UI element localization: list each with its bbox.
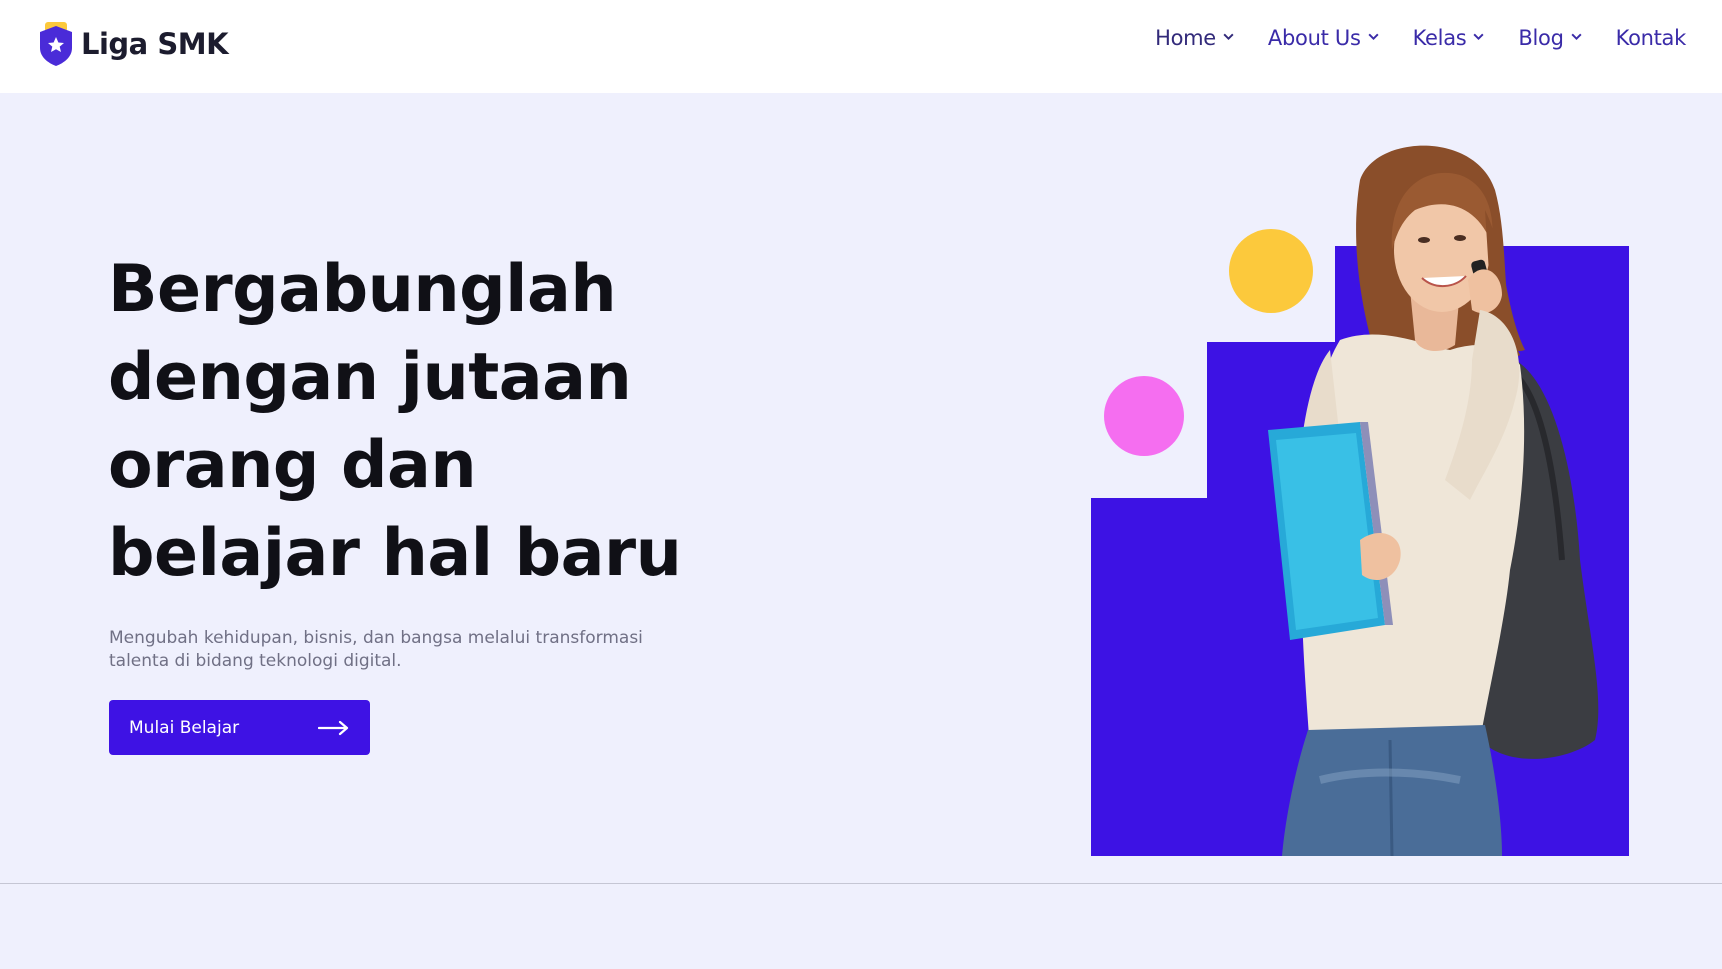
shield-star-icon	[40, 22, 72, 66]
nav-item-label: Kontak	[1615, 26, 1687, 50]
arrow-right-icon	[318, 720, 349, 735]
brand-name: Liga SMK	[81, 27, 229, 61]
brand-logo[interactable]: Liga SMK	[37, 22, 229, 66]
nav-item-label: Kelas	[1412, 26, 1467, 50]
nav-item-about-us[interactable]: About Us	[1268, 26, 1380, 50]
nav-item-kontak[interactable]: Kontak	[1615, 26, 1687, 50]
nav-item-label: About Us	[1267, 26, 1361, 50]
nav-item-label: Home	[1155, 26, 1216, 50]
chevron-down-icon	[1223, 33, 1234, 40]
chevron-down-icon	[1368, 33, 1379, 40]
nav-item-kelas[interactable]: Kelas	[1413, 26, 1486, 50]
hero-title-line: dengan jutaan	[108, 340, 632, 415]
chevron-down-icon	[1473, 33, 1484, 40]
nav-item-home[interactable]: Home	[1155, 26, 1235, 50]
site-header: Liga SMK Home About Us Kelas Blog Kontak	[0, 0, 1722, 93]
nav-item-blog[interactable]: Blog	[1518, 26, 1582, 50]
nav-item-label: Blog	[1518, 26, 1564, 50]
main-nav: Home About Us Kelas Blog Kontak	[1155, 26, 1686, 50]
student-photo	[1268, 145, 1599, 856]
chevron-down-icon	[1571, 33, 1582, 40]
hero-title: Bergabunglah dengan jutaan orang dan bel…	[108, 246, 708, 598]
start-learning-label: Mulai Belajar	[129, 717, 240, 738]
hero-subtitle: Mengubah kehidupan, bisnis, dan bangsa m…	[109, 628, 643, 671]
pink-circle-decoration	[1104, 376, 1184, 456]
hero-title-line: belajar hal baru	[108, 516, 682, 591]
start-learning-button[interactable]: Mulai Belajar	[109, 700, 370, 755]
section-divider	[0, 883, 1722, 884]
hero-title-line: orang dan	[108, 428, 477, 503]
hero-title-line: Bergabunglah	[108, 252, 617, 327]
